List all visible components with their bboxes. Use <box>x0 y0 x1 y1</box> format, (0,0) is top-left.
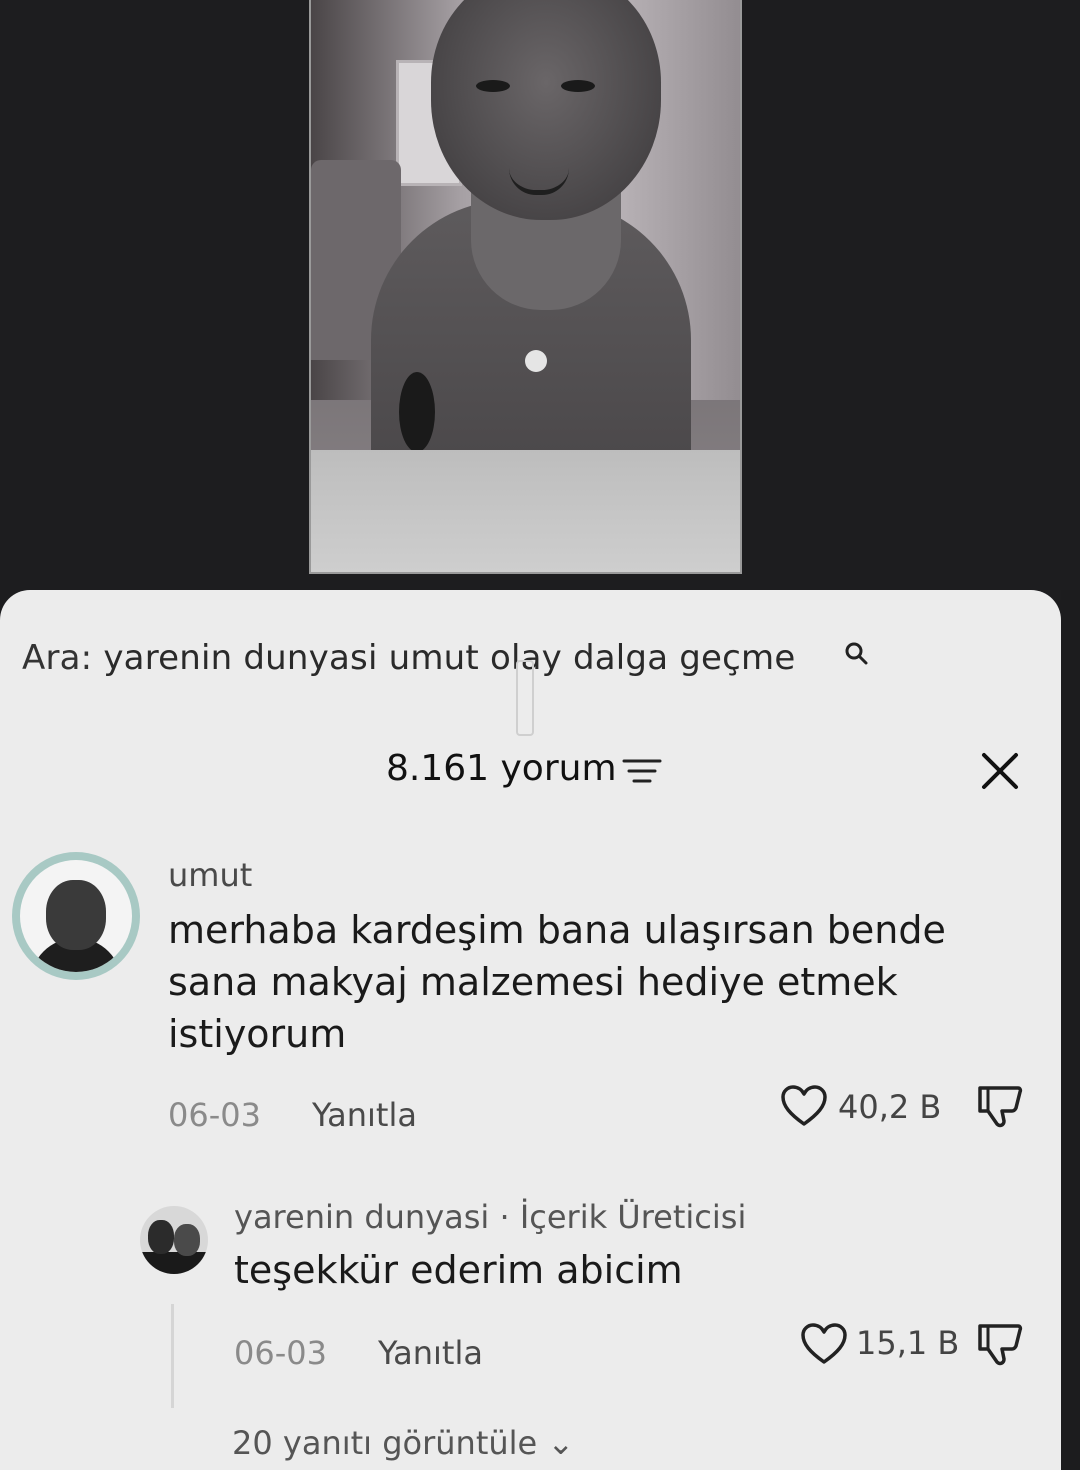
comment-count: 8.161 yorum <box>386 748 617 789</box>
creator-avatar-person <box>148 1220 174 1254</box>
dislike-icon[interactable] <box>974 1080 1024 1130</box>
search-query[interactable]: yarenin dunyasi umut olay dalga geçme <box>103 638 795 678</box>
photo-eye-right <box>561 80 595 92</box>
reply-button[interactable]: Yanıtla <box>312 1096 417 1134</box>
thread-line <box>171 1304 174 1408</box>
photo-pendant <box>525 350 547 372</box>
search-icon[interactable] <box>843 640 869 666</box>
reply-username[interactable]: yarenin dunyasi · İçerik Üreticisi <box>234 1198 746 1236</box>
video-area[interactable] <box>0 0 1080 600</box>
photo-table <box>311 450 740 572</box>
comment-username[interactable]: umut <box>168 856 252 894</box>
heart-icon[interactable] <box>780 1084 828 1128</box>
search-label: Ara: <box>22 638 93 678</box>
photo-eye-left <box>476 80 510 92</box>
creator-avatar-body <box>140 1252 208 1274</box>
creator-avatar[interactable] <box>140 1206 208 1274</box>
side-strip <box>1061 590 1080 1440</box>
avatar-inner <box>20 860 132 972</box>
heart-icon[interactable] <box>800 1322 848 1366</box>
avatar[interactable] <box>12 852 140 980</box>
dislike-icon[interactable] <box>974 1318 1024 1368</box>
comment-date: 06-03 <box>168 1096 261 1134</box>
filter-icon[interactable] <box>622 758 662 784</box>
comment-text: merhaba kardeşim bana ulaşırsan bende sa… <box>168 908 946 1056</box>
like-count: 40,2 B <box>838 1088 942 1126</box>
close-icon[interactable] <box>981 752 1019 790</box>
reply-like-count: 15,1 B <box>856 1324 960 1362</box>
text-cursor <box>516 660 534 736</box>
reply-text: teşekkür ederim abicim <box>234 1248 683 1292</box>
creator-avatar-person <box>174 1224 200 1256</box>
video-frame[interactable] <box>309 0 742 574</box>
search-suggestion[interactable]: Ara: yarenin dunyasi umut olay dalga geç… <box>22 638 796 678</box>
view-replies-link[interactable]: 20 yanıtı görüntüle ⌄ <box>232 1424 574 1462</box>
reply-reply-button[interactable]: Yanıtla <box>378 1334 483 1372</box>
reply-date: 06-03 <box>234 1334 327 1372</box>
photo-badge <box>399 372 435 452</box>
avatar-face <box>46 880 106 950</box>
